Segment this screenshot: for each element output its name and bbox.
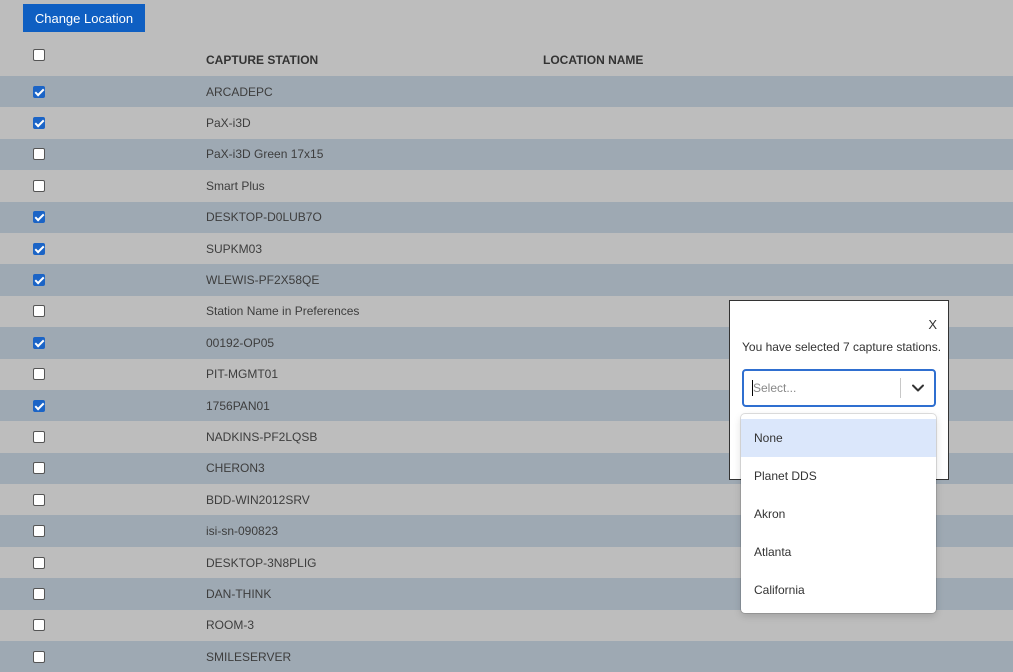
capture-station-name: PaX-i3D Green 17x15 [206, 147, 324, 162]
row-checkbox[interactable] [33, 274, 45, 287]
capture-station-name: PIT-MGMT01 [206, 367, 279, 382]
location-option[interactable]: California [741, 571, 936, 609]
table-row[interactable]: ROOM-3 [0, 610, 1013, 641]
capture-station-name: DAN-THINK [206, 586, 272, 601]
select-separator [900, 378, 901, 398]
column-header-capture-station: CAPTURE STATION [206, 53, 319, 67]
capture-station-name: CHERON3 [206, 461, 265, 476]
row-checkbox[interactable] [33, 556, 45, 569]
row-checkbox[interactable] [33, 430, 45, 443]
row-checkbox[interactable] [33, 619, 45, 632]
row-checkbox[interactable] [33, 117, 45, 130]
capture-station-name: BDD-WIN2012SRV [206, 492, 310, 507]
selection-count-message: You have selected 7 capture stations. [742, 340, 942, 354]
table-row[interactable]: SUPKM03 [0, 233, 1013, 264]
row-checkbox[interactable] [33, 148, 45, 161]
capture-station-name: PaX-i3D [206, 116, 251, 131]
row-checkbox[interactable] [33, 305, 45, 318]
location-select-input[interactable] [752, 380, 893, 396]
row-checkbox[interactable] [33, 368, 45, 381]
close-dialog-button[interactable]: X [928, 317, 937, 332]
location-option[interactable]: Atlanta [741, 533, 936, 571]
capture-station-name: Smart Plus [206, 178, 265, 193]
chevron-down-icon[interactable] [910, 380, 926, 396]
location-select[interactable] [742, 369, 936, 407]
row-checkbox[interactable] [33, 493, 45, 506]
capture-station-name: isi-sn-090823 [206, 524, 279, 539]
row-checkbox[interactable] [33, 399, 45, 412]
capture-station-name: NADKINS-PF2LQSB [206, 429, 318, 444]
table-row[interactable]: PaX-i3D Green 17x15 [0, 138, 1013, 171]
capture-station-name: ARCADEPC [206, 84, 273, 99]
row-checkbox[interactable] [33, 242, 45, 255]
capture-station-name: DESKTOP-3N8PLIG [206, 555, 317, 570]
change-location-button[interactable]: Change Location [23, 4, 145, 32]
capture-station-name: DESKTOP-D0LUB7O [206, 210, 322, 225]
table-row[interactable]: ARCADEPC [0, 76, 1013, 108]
table-row[interactable]: Smart Plus [0, 170, 1013, 201]
row-checkbox[interactable] [33, 211, 45, 224]
column-header-location-name: LOCATION NAME [543, 53, 644, 67]
location-option[interactable]: Akron [741, 495, 936, 533]
row-checkbox[interactable] [33, 85, 45, 98]
capture-station-name: ROOM-3 [206, 618, 254, 633]
capture-station-name: 00192-OP05 [206, 335, 275, 350]
select-all-checkbox[interactable] [33, 49, 45, 61]
table-row[interactable]: DESKTOP-D0LUB7O [0, 201, 1013, 233]
location-option[interactable]: Planet DDS [741, 457, 936, 495]
capture-station-name: WLEWIS-PF2X58QE [206, 273, 320, 288]
row-checkbox[interactable] [33, 462, 45, 475]
row-checkbox[interactable] [33, 179, 45, 192]
location-options-menu: None Planet DDS Akron Atlanta California [741, 414, 936, 613]
row-checkbox[interactable] [33, 336, 45, 349]
capture-station-name: SUPKM03 [206, 241, 263, 256]
table-row[interactable]: WLEWIS-PF2X58QE [0, 264, 1013, 296]
table-row[interactable]: PaX-i3D [0, 107, 1013, 138]
capture-station-name: Station Name in Preferences [206, 304, 360, 319]
capture-station-name: 1756PAN01 [206, 398, 270, 413]
row-checkbox[interactable] [33, 587, 45, 600]
row-checkbox[interactable] [33, 525, 45, 538]
location-option[interactable]: None [741, 419, 936, 457]
